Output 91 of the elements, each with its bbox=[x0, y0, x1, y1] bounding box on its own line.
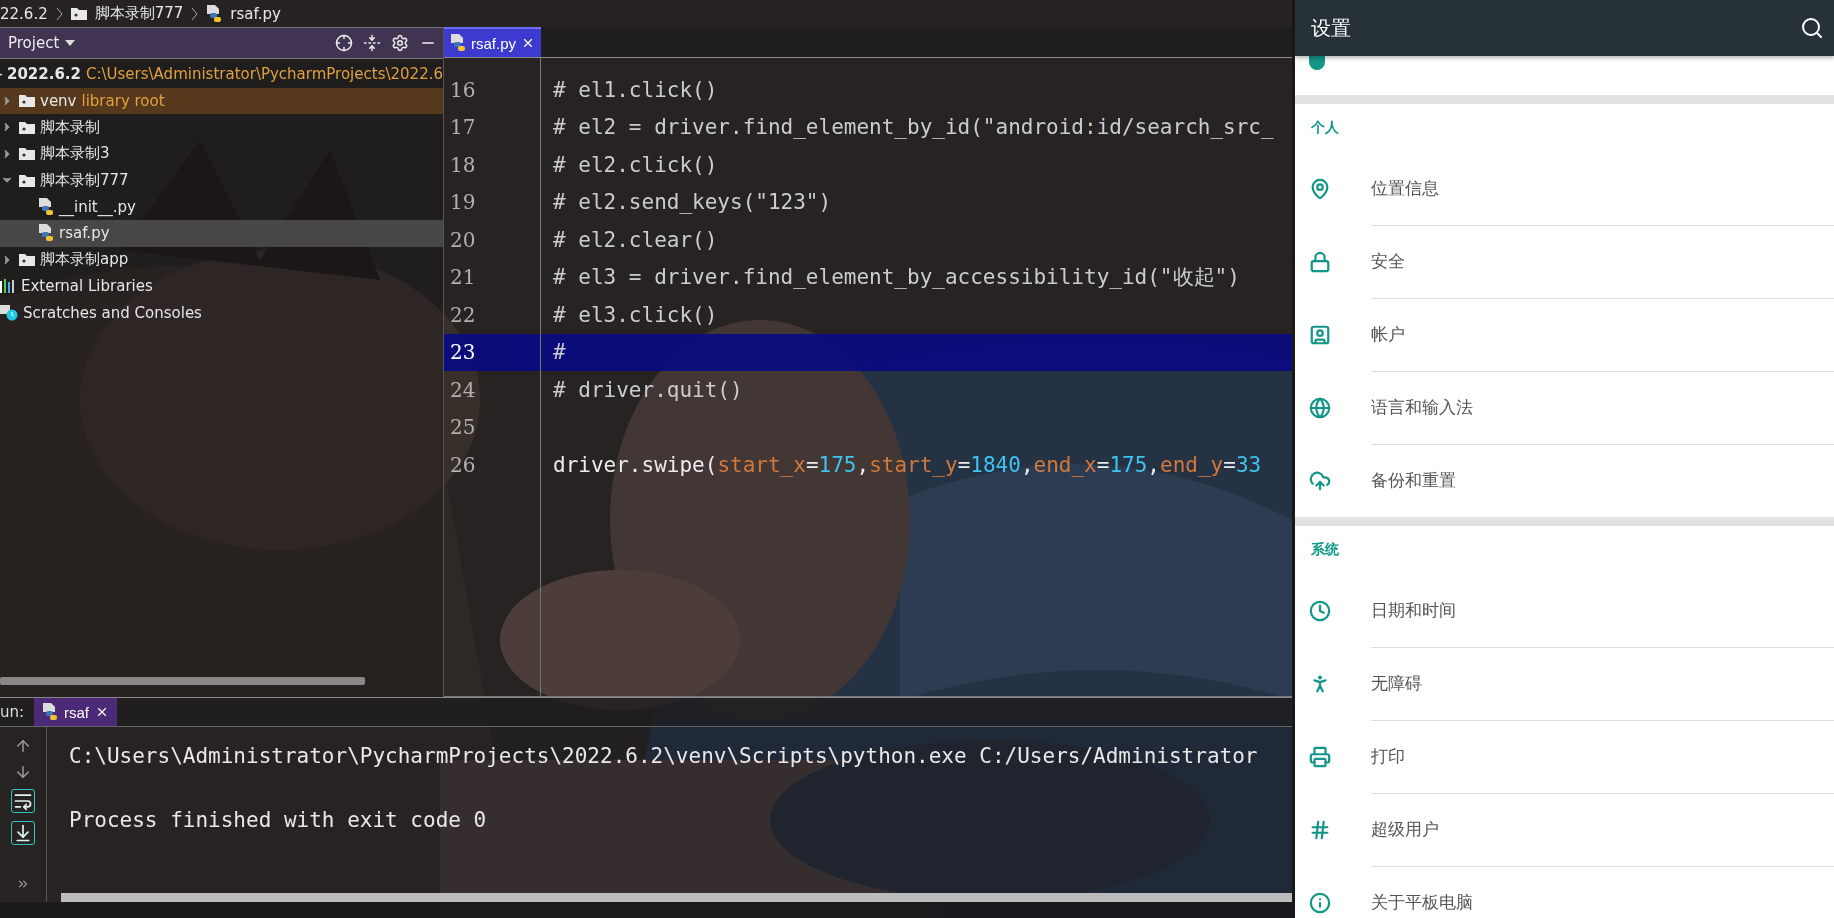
code-line: # el1.click() bbox=[552, 77, 718, 102]
line-number: 26 bbox=[449, 452, 477, 477]
account-icon bbox=[1309, 323, 1331, 346]
settings-item[interactable]: 打印 bbox=[1371, 719, 1834, 794]
settings-item[interactable]: 超级用户 bbox=[1371, 792, 1834, 867]
tree-item[interactable]: 脚本录制app bbox=[0, 246, 443, 273]
line-number: 19 bbox=[449, 190, 477, 215]
console-output-line: C:\Users\Administrator\PycharmProjects\2022.6.2\venv\Scripts\python.exe C:/Users/Administrator bbox=[69, 743, 1258, 770]
line-number: 17 bbox=[449, 115, 477, 140]
run-tab[interactable]: rsaf bbox=[34, 698, 117, 726]
settings-item[interactable]: 安全 bbox=[1371, 224, 1834, 299]
code-line: # el2.click() bbox=[552, 152, 718, 177]
settings-item[interactable]: 语言和输入法 bbox=[1371, 370, 1834, 445]
breadcrumb-item[interactable]: 脚本录制777 bbox=[94, 4, 184, 23]
scratches-icon bbox=[0, 304, 18, 321]
settings-item[interactable]: 无障碍 bbox=[1371, 646, 1834, 721]
tree-item[interactable]: 脚本录制777 bbox=[0, 167, 443, 194]
settings-item[interactable]: 位置信息 bbox=[1371, 151, 1834, 226]
run-label: un: bbox=[0, 703, 26, 721]
chevron-right-icon bbox=[55, 6, 63, 21]
tree-item[interactable]: 脚本录制3 bbox=[0, 140, 443, 167]
close-icon[interactable] bbox=[95, 705, 109, 719]
line-number: 16 bbox=[449, 77, 477, 102]
section-header: 个人 bbox=[1311, 119, 1339, 137]
tree-item[interactable]: rsaf.py bbox=[0, 220, 443, 247]
arrow-down-icon[interactable] bbox=[14, 763, 32, 781]
code-line: # el2.clear() bbox=[552, 227, 718, 252]
printer-icon bbox=[1309, 745, 1331, 768]
chevron-right-icon bbox=[191, 6, 199, 21]
collapse-all-icon[interactable] bbox=[363, 34, 381, 52]
code-line: # el2 = driver.find_element_by_id("android:id/search_src_ bbox=[552, 115, 1274, 140]
caret-icon bbox=[65, 40, 76, 46]
tree-item[interactable]: 2022.6.2 C:\Users\Administrator\PycharmProjects\2022.6 bbox=[0, 61, 443, 88]
code-line: driver.swipe(start_x=175,start_y=1840,end_x=175,end_y=33 bbox=[552, 452, 1262, 477]
code-line: # bbox=[552, 340, 566, 365]
folder-note: library root bbox=[81, 91, 165, 110]
settings-item[interactable]: 关于平板电脑 bbox=[1371, 866, 1834, 918]
globe-icon bbox=[1309, 396, 1331, 419]
line-number: 23 bbox=[449, 340, 477, 365]
info-icon bbox=[1309, 891, 1331, 914]
lock-icon bbox=[1309, 250, 1331, 273]
close-icon[interactable] bbox=[521, 36, 535, 50]
python-file-icon bbox=[450, 34, 466, 52]
folder-icon bbox=[70, 7, 87, 20]
tree-item[interactable]: __init__.py bbox=[0, 193, 443, 220]
breadcrumb-item[interactable]: rsaf.py bbox=[230, 4, 281, 23]
more-icon[interactable] bbox=[16, 877, 30, 891]
folder-icon bbox=[19, 94, 35, 108]
tree-item[interactable]: 脚本录制 bbox=[0, 114, 443, 141]
soft-wrap-button[interactable] bbox=[11, 789, 35, 813]
python-file-icon bbox=[38, 197, 54, 216]
settings-title: 设置 bbox=[1311, 14, 1351, 42]
locate-icon[interactable] bbox=[335, 34, 353, 52]
tree-item[interactable]: Scratches and Consoles bbox=[0, 299, 443, 326]
tree-item[interactable]: External Libraries bbox=[0, 273, 443, 300]
console-output-line: Process finished with exit code 0 bbox=[69, 807, 487, 834]
code-line: # el3 = driver.find_element_by_accessibility_id("收起") bbox=[552, 264, 1240, 292]
editor-tab[interactable]: rsaf.py bbox=[444, 27, 541, 57]
settings-item[interactable]: 帐户 bbox=[1371, 297, 1834, 372]
scroll-to-end-button[interactable] bbox=[11, 821, 35, 845]
scrollbar[interactable] bbox=[61, 893, 1292, 902]
folder-icon bbox=[19, 253, 35, 267]
line-number: 24 bbox=[449, 377, 477, 402]
search-button[interactable] bbox=[1800, 16, 1824, 40]
cloud-upload-icon bbox=[1309, 469, 1331, 492]
project-view-dropdown[interactable]: Project bbox=[8, 34, 76, 52]
code-line: # el3.click() bbox=[552, 302, 718, 327]
tree-item[interactable]: venv library root bbox=[0, 87, 443, 114]
settings-icon[interactable] bbox=[391, 34, 409, 52]
clock-icon bbox=[1309, 599, 1331, 622]
line-number: 25 bbox=[449, 415, 477, 440]
location-pin-icon bbox=[1309, 177, 1331, 200]
settings-item[interactable]: 备份和重置 bbox=[1371, 444, 1834, 517]
settings-item[interactable]: 日期和时间 bbox=[1371, 573, 1834, 648]
line-number: 22 bbox=[449, 302, 477, 327]
line-number: 20 bbox=[449, 227, 477, 252]
line-number: 18 bbox=[449, 152, 477, 177]
python-file-icon bbox=[206, 4, 223, 23]
section-header: 系统 bbox=[1311, 541, 1339, 559]
python-file-icon bbox=[38, 224, 54, 243]
code-line: # el2.send_keys("123") bbox=[552, 190, 832, 215]
project-path: C:\Users\Administrator\PycharmProjects\2022.6 bbox=[86, 65, 443, 84]
code-line: # driver.quit() bbox=[552, 377, 743, 402]
line-number: 21 bbox=[449, 265, 477, 290]
hash-icon bbox=[1309, 818, 1331, 841]
scrollbar[interactable] bbox=[0, 677, 365, 685]
python-file-icon bbox=[42, 703, 58, 721]
libraries-icon bbox=[0, 279, 16, 294]
apps-icon bbox=[1309, 56, 1325, 70]
breadcrumb-item[interactable]: 22.6.2 bbox=[0, 4, 48, 23]
folder-icon bbox=[19, 147, 35, 161]
